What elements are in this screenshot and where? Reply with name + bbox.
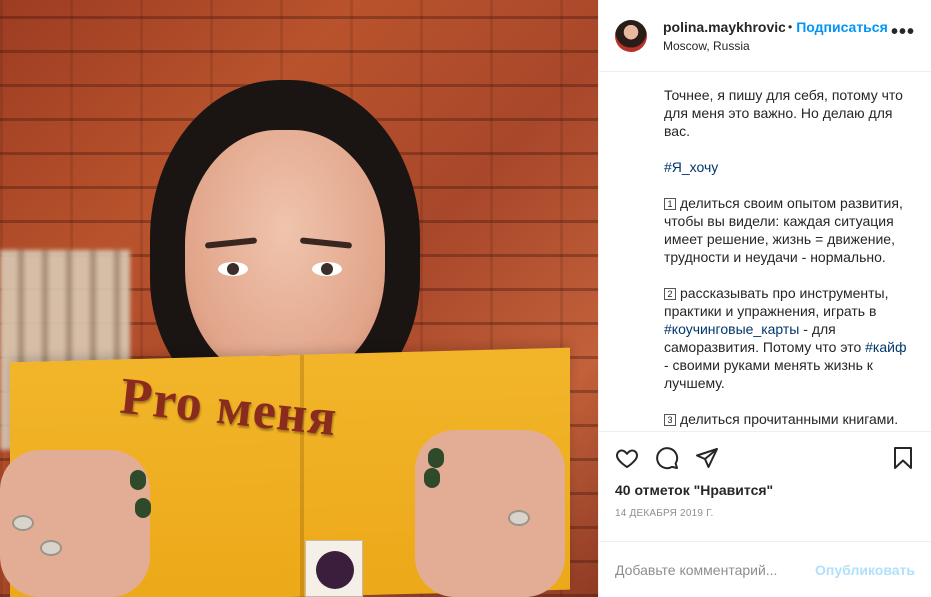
hashtag-link[interactable]: #кайф: [865, 339, 906, 355]
bookmark-icon: [894, 447, 912, 469]
nail: [428, 448, 444, 468]
number-three-icon: 3: [664, 414, 676, 426]
separator-dot: •: [788, 20, 793, 34]
comment-form: Опубликовать: [599, 541, 931, 597]
follow-button[interactable]: Подписаться: [796, 19, 888, 35]
comment-button[interactable]: [655, 438, 695, 478]
number-two-icon: 2: [664, 288, 676, 300]
nail: [135, 498, 151, 518]
header-line: polina.maykhrovich • Подписаться: [663, 18, 891, 36]
nail: [424, 468, 440, 488]
caption-item-2-text-c: - своими руками менять жизнь к лучшему.: [664, 357, 873, 391]
post-caption: Точнее, я пишу для себя, потому что для …: [599, 72, 931, 431]
header-text: polina.maykhrovich • Подписаться Moscow,…: [663, 18, 891, 53]
woman-face: [185, 130, 385, 380]
post-header: polina.maykhrovich • Подписаться Moscow,…: [599, 0, 931, 72]
hashtag-link[interactable]: #коучинговые_карты: [664, 321, 799, 337]
post-actions: 40 отметок "Нравится" 14 ДЕКАБРЯ 2019 Г.: [599, 431, 931, 519]
caption-item-1: 1 делиться своим опытом развития, чтобы в…: [664, 194, 915, 266]
heart-icon: [616, 449, 638, 468]
instagram-post: Pro меня polina.maykhrovich • Подписатьс…: [0, 0, 931, 597]
book-sticker: [305, 540, 363, 597]
post-date: 14 ДЕКАБРЯ 2019 Г.: [615, 508, 714, 519]
post-photo[interactable]: Pro меня: [0, 0, 598, 597]
likes-count[interactable]: 40 отметок "Нравится": [615, 482, 915, 498]
left-eye: [218, 262, 248, 276]
publish-button[interactable]: Опубликовать: [815, 562, 915, 578]
caption-intro: Точнее, я пишу для себя, потому что для …: [664, 87, 903, 139]
post-sidebar: polina.maykhrovich • Подписаться Moscow,…: [598, 0, 931, 597]
comment-icon: [656, 447, 679, 470]
ring: [12, 515, 34, 531]
more-options-icon[interactable]: •••: [891, 21, 915, 44]
right-eye: [312, 262, 342, 276]
like-button[interactable]: [615, 438, 655, 478]
nail: [130, 470, 146, 490]
number-one-icon: 1: [664, 198, 676, 210]
ring: [508, 510, 530, 526]
caption-item-3: 3делиться прочитанными книгами. Информац…: [664, 410, 915, 431]
location-link[interactable]: Moscow, Russia: [663, 39, 891, 53]
send-icon: [696, 448, 718, 468]
action-icons: [615, 438, 915, 478]
share-button[interactable]: [695, 438, 735, 478]
username-link[interactable]: polina.maykhrovich: [663, 19, 785, 35]
caption-item-2-text-a: рассказывать про инструменты, практики и…: [664, 285, 889, 319]
caption-item-3-text: делиться прочитанными книгами. Информаци…: [664, 411, 899, 431]
save-button[interactable]: [885, 438, 915, 478]
caption-item-1-text: делиться своим опытом развития, чтобы вы…: [664, 195, 903, 265]
hashtag-link[interactable]: #Я_хочу: [664, 159, 718, 175]
ring: [40, 540, 62, 556]
comment-input[interactable]: [615, 561, 808, 578]
caption-item-2: 2 рассказывать про инструменты, практики …: [664, 284, 915, 392]
avatar[interactable]: [615, 19, 647, 52]
